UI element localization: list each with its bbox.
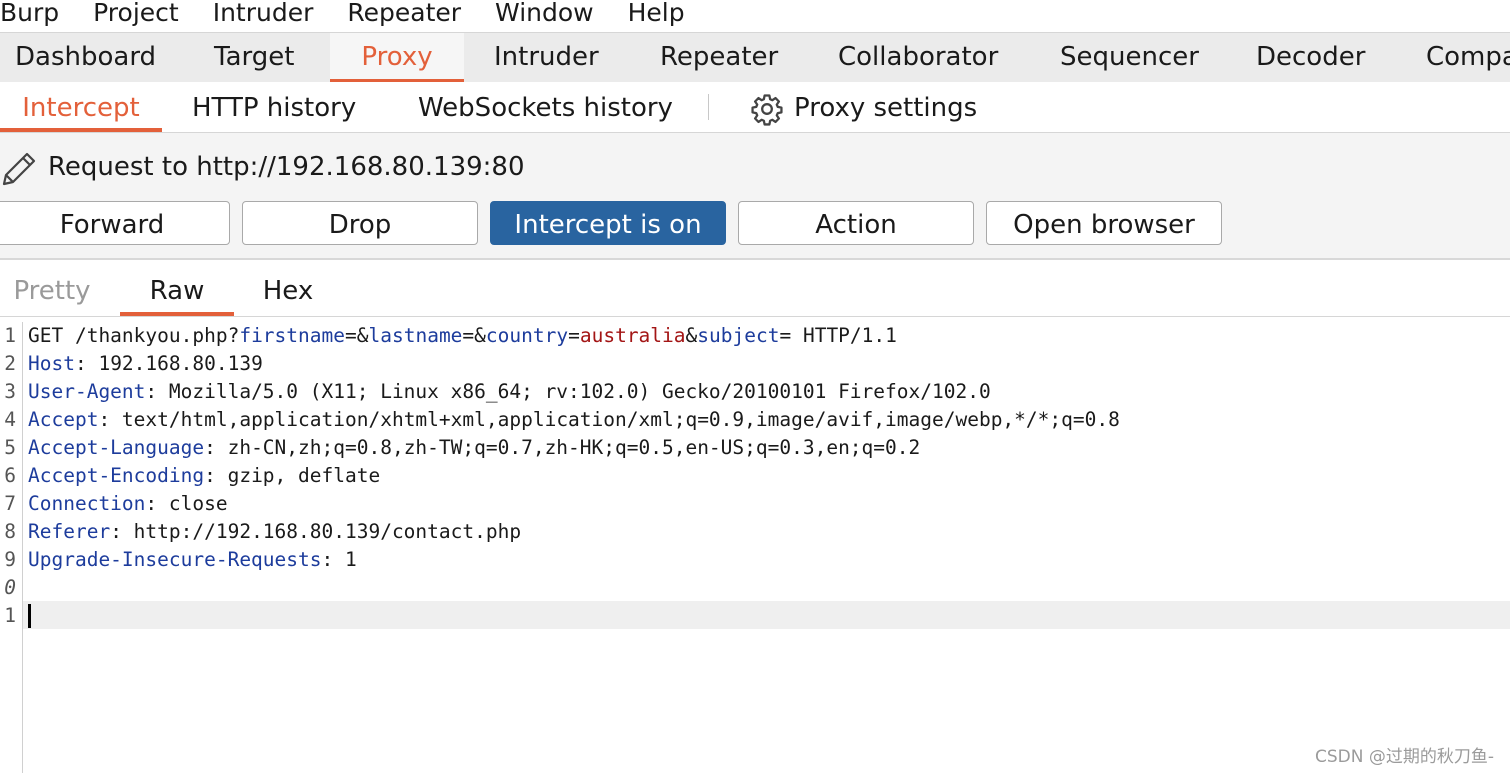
tab-websockets-history[interactable]: WebSockets history xyxy=(418,82,673,132)
main-tab-bar: Dashboard Target Proxy Intruder Repeater… xyxy=(0,32,1510,84)
menu-help[interactable]: Help xyxy=(628,0,685,27)
header-name: User-Agent xyxy=(28,380,146,403)
param-sep: = xyxy=(345,324,357,347)
header-name: Upgrade-Insecure-Requests xyxy=(28,548,322,571)
header-line: Upgrade-Insecure-Requests: 1 xyxy=(28,546,357,574)
header-value: : close xyxy=(145,492,228,515)
header-value: : 192.168.80.139 xyxy=(74,352,263,375)
method-path: GET /thankyou.php? xyxy=(28,324,240,347)
header-name: Accept-Language xyxy=(28,436,205,459)
param-key: country xyxy=(485,324,569,347)
line-number: 9 xyxy=(4,548,16,571)
line-number: 7 xyxy=(4,492,16,515)
request-target-label: Request to http://192.168.80.139:80 xyxy=(48,152,525,182)
tab-sequencer[interactable]: Sequencer xyxy=(1060,33,1199,81)
param-key: lastname xyxy=(368,324,463,347)
drop-button[interactable]: Drop xyxy=(242,201,478,245)
tab-raw[interactable]: Raw xyxy=(120,260,234,316)
header-line: Accept-Encoding: gzip, deflate xyxy=(28,462,380,490)
gear-icon[interactable] xyxy=(750,92,784,126)
header-name: Referer xyxy=(28,520,111,543)
header-value: : text/html,application/xhtml+xml,applic… xyxy=(98,408,1120,431)
line-number: 6 xyxy=(4,464,16,487)
param-value: australia xyxy=(579,324,686,347)
header-line: Accept-Language: zh-CN,zh;q=0.8,zh-TW;q=… xyxy=(28,434,920,462)
tab-collaborator[interactable]: Collaborator xyxy=(838,33,998,81)
http-version: HTTP/1.1 xyxy=(791,324,897,347)
header-line: User-Agent: Mozilla/5.0 (X11; Linux x86_… xyxy=(28,378,991,406)
line-number: 2 xyxy=(4,352,16,375)
header-value: : zh-CN,zh;q=0.8,zh-TW;q=0.7,zh-HK;q=0.5… xyxy=(204,436,921,459)
open-browser-button[interactable]: Open browser xyxy=(986,201,1222,245)
header-line: Connection: close xyxy=(28,490,228,518)
proxy-settings-link[interactable]: Proxy settings xyxy=(794,82,977,132)
line-number: 4 xyxy=(4,408,16,431)
tab-intruder[interactable]: Intruder xyxy=(494,33,599,81)
header-name: Accept-Encoding xyxy=(28,464,205,487)
param-key: subject xyxy=(697,324,780,347)
menu-repeater[interactable]: Repeater xyxy=(347,0,461,27)
menu-project[interactable]: Project xyxy=(93,0,179,27)
tab-divider xyxy=(708,94,709,120)
menu-intruder[interactable]: Intruder xyxy=(213,0,314,27)
param-amp: & xyxy=(474,324,486,347)
header-line: Host: 192.168.80.139 xyxy=(28,350,263,378)
line-number-gutter: 1 2 3 4 5 6 7 8 9 0 1 xyxy=(0,322,23,773)
param-amp: & xyxy=(356,324,369,347)
line-number: 1 xyxy=(4,324,16,347)
tab-comparer[interactable]: Compa xyxy=(1426,33,1510,81)
header-value: : http://192.168.80.139/contact.php xyxy=(110,520,522,543)
line-number: 3 xyxy=(4,380,16,403)
tab-dashboard[interactable]: Dashboard xyxy=(15,33,156,81)
line-number: 0 xyxy=(4,576,16,599)
line-number: 1 xyxy=(4,604,16,627)
action-button[interactable]: Action xyxy=(738,201,974,245)
watermark: CSDN @过期的秋刀鱼- xyxy=(1314,747,1494,767)
tab-decoder[interactable]: Decoder xyxy=(1256,33,1365,81)
tab-intercept[interactable]: Intercept xyxy=(0,82,162,132)
header-value: : Mozilla/5.0 (X11; Linux x86_64; rv:102… xyxy=(145,380,991,403)
header-name: Host xyxy=(28,352,75,375)
menu-burp[interactable]: Burp xyxy=(0,0,59,27)
tab-hex[interactable]: Hex xyxy=(250,260,326,316)
request-editor[interactable]: 1 2 3 4 5 6 7 8 9 0 1 GET /thankyou.php?… xyxy=(0,322,1510,773)
param-key: firstname xyxy=(239,324,345,347)
tab-proxy[interactable]: Proxy xyxy=(330,33,464,83)
tab-pretty[interactable]: Pretty xyxy=(0,260,104,316)
message-editor-tabs: Pretty Raw Hex xyxy=(0,260,1510,317)
intercept-toggle-button[interactable]: Intercept is on xyxy=(490,201,726,245)
param-sep: = xyxy=(568,324,580,347)
header-value: : gzip, deflate xyxy=(204,464,381,487)
tab-target[interactable]: Target xyxy=(214,33,294,81)
param-sep: = xyxy=(462,324,475,347)
tab-http-history[interactable]: HTTP history xyxy=(192,82,356,132)
text-caret xyxy=(28,604,31,628)
menu-window[interactable]: Window xyxy=(495,0,594,27)
header-name: Connection xyxy=(28,492,146,515)
menu-bar: Burp Project Intruder Repeater Window He… xyxy=(0,0,1510,32)
header-line: Referer: http://192.168.80.139/contact.p… xyxy=(28,518,521,546)
tab-repeater[interactable]: Repeater xyxy=(660,33,778,81)
param-amp: & xyxy=(685,324,698,347)
line-number: 8 xyxy=(4,520,16,543)
header-value: : 1 xyxy=(321,548,357,571)
header-name: Accept xyxy=(28,408,99,431)
forward-button[interactable]: Forward xyxy=(0,201,230,245)
request-line: GET /thankyou.php?firstname=&lastname=&c… xyxy=(28,322,897,350)
param-sep: = xyxy=(779,324,792,347)
line-number: 5 xyxy=(4,436,16,459)
header-line: Accept: text/html,application/xhtml+xml,… xyxy=(28,406,1120,434)
current-line-highlight xyxy=(23,601,1510,629)
pencil-icon xyxy=(2,152,36,186)
